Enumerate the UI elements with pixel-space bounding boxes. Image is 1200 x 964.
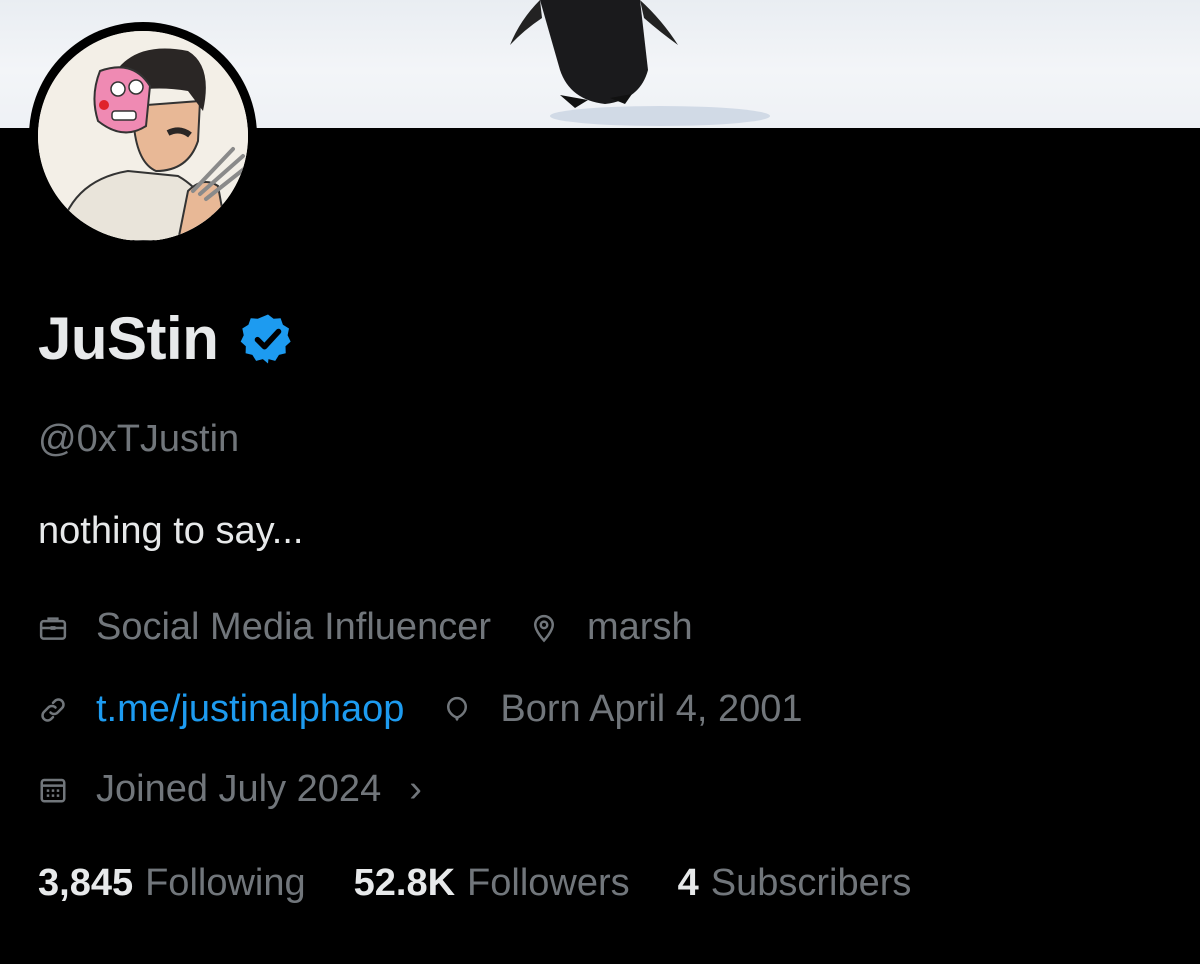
calendar-icon — [40, 778, 66, 802]
chevron-right-icon[interactable]: › — [409, 768, 422, 811]
joined-text: Joined July 2024 — [96, 768, 382, 810]
location-text: marsh — [587, 606, 693, 648]
profile-name-row: JuStin — [38, 304, 296, 373]
birthday-text: Born April 4, 2001 — [500, 688, 803, 730]
subscribers-count: 4 — [677, 862, 699, 904]
joined-item[interactable]: Joined July 2024 › — [38, 768, 422, 811]
username-handle: @0xTJustin — [38, 418, 240, 460]
profile-meta-row-1: Social Media Influencer marsh — [38, 606, 731, 649]
location-item: marsh — [529, 606, 693, 649]
category-text: Social Media Influencer — [96, 606, 491, 648]
birthday-item: Born April 4, 2001 — [442, 688, 803, 731]
avatar[interactable] — [29, 22, 257, 250]
website-item[interactable]: t.me/justinalphaop — [38, 688, 404, 731]
briefcase-icon — [39, 616, 67, 640]
profile-meta-row-2: t.me/justinalphaop Born April 4, 2001 — [38, 688, 841, 731]
display-name: JuStin — [38, 305, 219, 372]
avatar-image — [38, 31, 248, 241]
profile-bio: nothing to say... — [38, 510, 304, 552]
website-link[interactable]: t.me/justinalphaop — [96, 688, 404, 731]
subscribers-stat[interactable]: 4 Subscribers — [678, 862, 912, 905]
location-pin-icon — [533, 614, 555, 642]
profile-stats: 3,845 Following 52.8K Followers 4 Subscr… — [38, 862, 959, 905]
link-icon — [41, 697, 65, 722]
verified-badge-icon[interactable] — [240, 311, 296, 367]
balloon-icon — [447, 696, 468, 721]
following-count: 3,845 — [38, 862, 134, 904]
followers-stat[interactable]: 52.8K Followers — [354, 862, 630, 905]
following-label: Following — [145, 862, 306, 904]
following-stat[interactable]: 3,845 Following — [38, 862, 306, 905]
followers-label: Followers — [467, 862, 630, 904]
profile-meta-row-3: Joined July 2024 › — [38, 768, 422, 811]
followers-count: 52.8K — [353, 862, 456, 904]
subscribers-label: Subscribers — [710, 862, 912, 904]
category-item: Social Media Influencer — [38, 606, 491, 649]
